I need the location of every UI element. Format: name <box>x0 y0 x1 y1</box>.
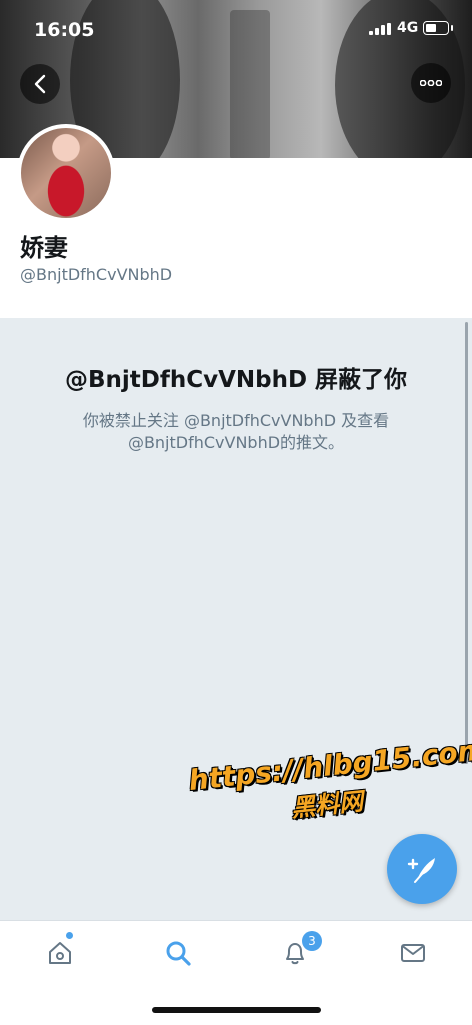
avatar[interactable] <box>17 124 115 222</box>
status-bar: 16:05 4G <box>0 0 472 58</box>
compose-tweet-button[interactable] <box>387 834 457 904</box>
profile-handle: @BnjtDfhCvVNbhD <box>20 265 173 284</box>
blocked-description: 你被禁止关注 @BnjtDfhCvVNbhD 及查看 @BnjtDfhCvVNb… <box>82 411 390 452</box>
network-label: 4G <box>397 20 419 36</box>
chevron-left-icon <box>34 74 46 94</box>
status-time: 16:05 <box>34 19 95 41</box>
tab-search[interactable] <box>160 935 196 971</box>
blocked-title: @BnjtDfhCvVNbhD 屏蔽了你 <box>64 367 408 393</box>
battery-icon <box>423 21 453 35</box>
back-button[interactable] <box>20 64 60 104</box>
home-unread-dot <box>66 932 73 939</box>
home-icon <box>49 942 71 964</box>
more-options-button[interactable] <box>411 63 451 103</box>
profile-name: 娇妻 <box>20 234 68 262</box>
home-indicator[interactable] <box>152 1007 321 1013</box>
envelope-icon <box>401 944 425 962</box>
signal-icon <box>369 23 391 35</box>
feather-plus-icon <box>407 858 435 883</box>
tab-messages[interactable] <box>395 935 431 971</box>
search-icon <box>166 941 191 966</box>
blocked-panel <box>0 318 472 920</box>
tab-home[interactable] <box>42 935 78 971</box>
ellipsis-icon <box>420 80 442 86</box>
notifications-badge: 3 <box>302 931 322 951</box>
